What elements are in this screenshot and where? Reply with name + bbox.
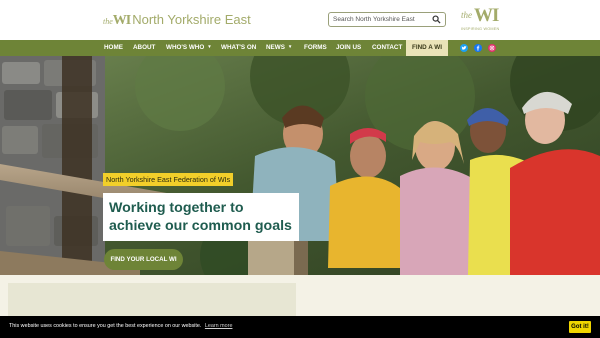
cookie-accept-button[interactable]: Got it! [569, 321, 591, 333]
hero-headline-box: Working together to achieve our common g… [103, 193, 299, 241]
site-logo[interactable]: the WI North Yorkshire East [103, 12, 251, 28]
logo-the: the [103, 17, 113, 26]
find-a-wi-button[interactable]: FIND A WI [406, 40, 448, 56]
hero-photo [0, 56, 600, 275]
site-header: the WI North Yorkshire East the WI INSPI… [0, 0, 600, 40]
search-input[interactable] [333, 14, 429, 25]
facebook-icon[interactable] [474, 44, 482, 52]
instagram-icon[interactable] [488, 44, 496, 52]
nav-contact[interactable]: Contact [372, 40, 402, 56]
logo-site-name: North Yorkshire East [132, 12, 251, 27]
cookie-learn-more-link[interactable]: Learn more [205, 323, 233, 329]
chevron-down-icon: ▼ [287, 44, 293, 49]
nav-home[interactable]: Home [104, 40, 123, 56]
twitter-icon[interactable] [460, 44, 468, 52]
brand-tagline: INSPIRING WOMEN [461, 27, 500, 31]
brand-wi: WI [474, 5, 499, 26]
nav-whats-on[interactable]: What's On [221, 40, 256, 56]
hero-federation-tag: North Yorkshire East Federation of WIs [103, 173, 234, 186]
hero-headline-line-1: Working together to [109, 200, 244, 216]
cookie-message: This website uses cookies to ensure you … [9, 323, 202, 329]
nav-news[interactable]: News ▼ [266, 40, 292, 56]
nav-forms[interactable]: Forms [304, 40, 327, 56]
nav-about[interactable]: About [133, 40, 155, 56]
nav-join-us[interactable]: Join Us [336, 40, 361, 56]
search-box [328, 12, 446, 27]
main-nav: Home About Who's Who ▼ What's On News ▼ Fo… [0, 40, 600, 56]
find-your-local-wi-button[interactable]: FIND YOUR LOCAL WI [104, 249, 183, 270]
nav-whos-who[interactable]: Who's Who ▼ [166, 40, 212, 56]
section-image [8, 283, 296, 316]
search-icon[interactable] [432, 15, 441, 24]
chevron-down-icon: ▼ [207, 44, 212, 49]
hero-banner: North Yorkshire East Federation of WIs W… [0, 56, 600, 275]
hero-headline-line-2: achieve our common goals [109, 218, 292, 234]
logo-wi: WI [112, 13, 131, 28]
wi-brand-logo[interactable]: the WI INSPIRING WOMEN [461, 5, 501, 34]
cookie-banner: This website uses cookies to ensure you … [0, 316, 600, 338]
brand-the: the [461, 10, 472, 20]
content-section [0, 275, 600, 316]
